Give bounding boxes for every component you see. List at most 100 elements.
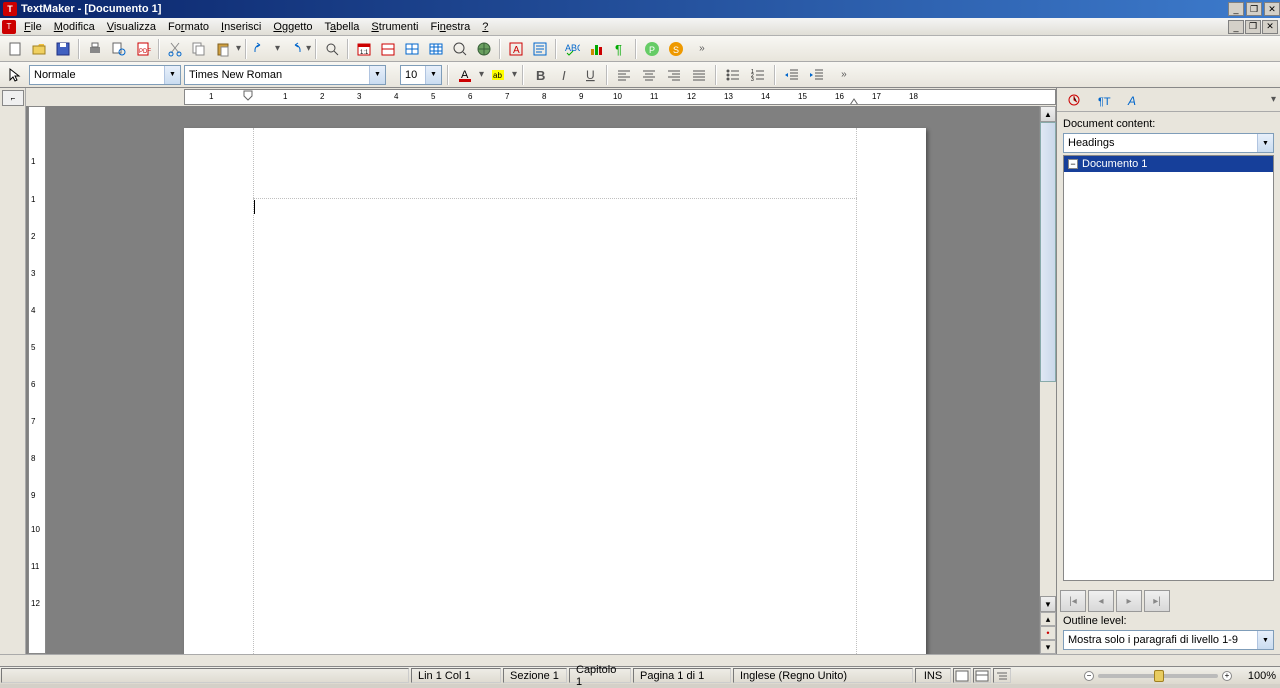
undo-icon[interactable]: [251, 38, 273, 60]
scroll-up-icon[interactable]: ▲: [1040, 106, 1056, 122]
align-center-icon[interactable]: [638, 64, 660, 86]
font-size-combo[interactable]: 10 ▼: [400, 65, 442, 85]
menu-file[interactable]: File: [18, 20, 48, 34]
status-ins[interactable]: INS: [915, 668, 951, 683]
font-color-dropdown-icon[interactable]: ▾: [479, 69, 484, 80]
doc-close-button[interactable]: ✕: [1262, 20, 1278, 34]
globe-icon[interactable]: [473, 38, 495, 60]
print-icon[interactable]: [84, 38, 106, 60]
find-icon[interactable]: [321, 38, 343, 60]
doc-minimize-button[interactable]: _: [1228, 20, 1244, 34]
align-right-icon[interactable]: [663, 64, 685, 86]
print-preview-icon[interactable]: [108, 38, 130, 60]
next-page-icon[interactable]: ▾: [1040, 640, 1056, 654]
view-master-icon[interactable]: [973, 668, 991, 683]
view-normal-icon[interactable]: [953, 668, 971, 683]
chevron-down-icon[interactable]: ▼: [164, 66, 180, 84]
number-list-icon[interactable]: 123: [747, 64, 769, 86]
align-justify-icon[interactable]: [688, 64, 710, 86]
document-viewport[interactable]: [46, 106, 1039, 654]
menu-oggetto[interactable]: Oggetto: [267, 20, 318, 34]
status-lincol[interactable]: Lin 1 Col 1: [411, 668, 501, 683]
bullet-list-icon[interactable]: [722, 64, 744, 86]
field-icon[interactable]: [377, 38, 399, 60]
undo-dropdown-icon[interactable]: ▾: [275, 43, 280, 54]
cut-icon[interactable]: [164, 38, 186, 60]
decrease-indent-icon[interactable]: [781, 64, 803, 86]
outline-tree[interactable]: − Documento 1: [1063, 155, 1274, 581]
zoom-thumb[interactable]: [1154, 670, 1164, 682]
toolbar-overflow-icon[interactable]: »: [699, 43, 705, 54]
chevron-down-icon[interactable]: ▼: [425, 66, 441, 84]
italic-icon[interactable]: I: [554, 64, 576, 86]
horizontal-ruler[interactable]: 1 1 2 3 4 5 6 7 8 9 10 11 12 13 14 15 16…: [184, 89, 1056, 105]
zoom-value[interactable]: 100%: [1236, 670, 1276, 682]
bold-icon[interactable]: B: [529, 64, 551, 86]
right-indent-marker-icon[interactable]: [849, 98, 859, 105]
maximize-button[interactable]: ❐: [1246, 2, 1262, 16]
underline-icon[interactable]: U: [579, 64, 601, 86]
menu-finestra[interactable]: Finestra: [425, 20, 477, 34]
presentations-icon[interactable]: S: [665, 38, 687, 60]
copy-icon[interactable]: [188, 38, 210, 60]
font-color-icon[interactable]: A: [454, 64, 476, 86]
page[interactable]: [184, 128, 926, 654]
paste-icon[interactable]: [212, 38, 234, 60]
char-format-icon[interactable]: A: [505, 38, 527, 60]
nav-first-icon[interactable]: |◂: [1060, 590, 1086, 612]
tree-root-item[interactable]: − Documento 1: [1064, 156, 1273, 172]
menu-help[interactable]: ?: [476, 20, 494, 34]
increase-indent-icon[interactable]: [806, 64, 828, 86]
save-icon[interactable]: [52, 38, 74, 60]
zoom-out-icon[interactable]: −: [1084, 671, 1094, 681]
menu-strumenti[interactable]: Strumenti: [365, 20, 424, 34]
status-language[interactable]: Inglese (Regno Unito): [733, 668, 913, 683]
align-left-icon[interactable]: [613, 64, 635, 86]
zoom-slider[interactable]: [1098, 674, 1218, 678]
content-combo[interactable]: Headings ▼: [1063, 133, 1274, 153]
new-doc-icon[interactable]: [4, 38, 26, 60]
menu-inserisci[interactable]: Inserisci: [215, 20, 267, 34]
doc-maximize-button[interactable]: ❐: [1245, 20, 1261, 34]
planmaker-icon[interactable]: P: [641, 38, 663, 60]
table-large-icon[interactable]: [425, 38, 447, 60]
export-pdf-icon[interactable]: PDF: [132, 38, 154, 60]
side-panel-dropdown-icon[interactable]: ▾: [1271, 94, 1276, 105]
nav-next-icon[interactable]: ▸: [1116, 590, 1142, 612]
pilcrow-icon[interactable]: ¶: [609, 38, 631, 60]
menu-visualizza[interactable]: Visualizza: [101, 20, 162, 34]
tab-char-icon[interactable]: A: [1121, 90, 1147, 110]
style-combo[interactable]: Normale ▼: [29, 65, 181, 85]
vertical-ruler[interactable]: 1 1 2 3 4 5 6 7 8 9 10 11 12: [28, 106, 46, 654]
menu-formato[interactable]: Formato: [162, 20, 215, 34]
chevron-down-icon[interactable]: ▼: [369, 66, 385, 84]
indent-marker-icon[interactable]: [243, 90, 255, 105]
vertical-scrollbar[interactable]: ▲ ▼ ▴ • ▾: [1039, 106, 1056, 654]
table-small-icon[interactable]: [401, 38, 423, 60]
pointer-icon[interactable]: [4, 64, 26, 86]
status-page[interactable]: Pagina 1 di 1: [633, 668, 731, 683]
outline-level-combo[interactable]: Mostra solo i paragrafi di livello 1-9 ▼: [1063, 630, 1274, 650]
open-icon[interactable]: [28, 38, 50, 60]
chart-icon[interactable]: [585, 38, 607, 60]
redo-dropdown-icon[interactable]: ▾: [306, 43, 311, 54]
menu-modifica[interactable]: Modifica: [48, 20, 101, 34]
toolbar-overflow-icon[interactable]: »: [841, 69, 847, 80]
scroll-down-icon[interactable]: ▼: [1040, 596, 1056, 612]
nav-select-icon[interactable]: •: [1040, 626, 1056, 640]
spellcheck-icon[interactable]: ABC: [561, 38, 583, 60]
zoom-in-icon[interactable]: +: [1222, 671, 1232, 681]
prev-page-icon[interactable]: ▴: [1040, 612, 1056, 626]
date-icon[interactable]: 1:1: [353, 38, 375, 60]
status-chapter[interactable]: Capitolo 1: [569, 668, 631, 683]
paste-dropdown-icon[interactable]: ▾: [236, 43, 241, 54]
status-section[interactable]: Sezione 1: [503, 668, 567, 683]
nav-prev-icon[interactable]: ◂: [1088, 590, 1114, 612]
chevron-down-icon[interactable]: ▼: [1257, 134, 1273, 152]
scroll-thumb[interactable]: [1040, 122, 1056, 382]
tab-styles-icon[interactable]: ¶T: [1091, 90, 1117, 110]
menu-tabella[interactable]: Tabella: [319, 20, 366, 34]
tab-marker-icon[interactable]: ⌐: [2, 90, 24, 106]
highlight-dropdown-icon[interactable]: ▾: [512, 69, 517, 80]
zoom-icon[interactable]: [449, 38, 471, 60]
